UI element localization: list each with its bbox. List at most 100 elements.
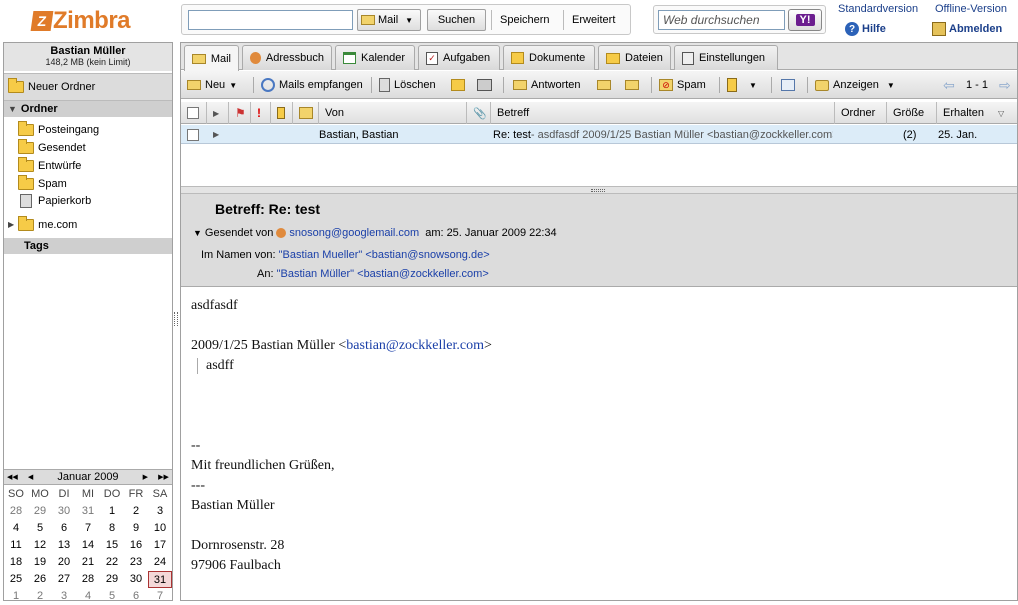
calendar-day[interactable]: 25: [4, 571, 28, 588]
tab-documents[interactable]: Dokumente: [503, 45, 595, 70]
tab-tasks[interactable]: ✓ Aufgaben: [418, 45, 500, 70]
spam-button[interactable]: ⊘ Spam: [659, 75, 706, 95]
search-scope-select[interactable]: Mail ▼: [357, 9, 421, 31]
calendar-day[interactable]: 29: [28, 503, 52, 520]
print-button[interactable]: [477, 75, 492, 95]
receive-mail-button[interactable]: Mails empfangen: [261, 75, 363, 95]
prev-year-icon[interactable]: ◀◀: [7, 473, 18, 481]
search-input[interactable]: [188, 10, 353, 30]
status-col[interactable]: [293, 102, 319, 124]
web-search-input[interactable]: Web durchsuchen: [658, 10, 785, 30]
move-button[interactable]: [451, 75, 465, 95]
view-button[interactable]: Anzeigen ▼: [815, 75, 895, 95]
new-folder-button[interactable]: Neuer Ordner: [4, 73, 172, 101]
calendar-day[interactable]: 20: [52, 554, 76, 571]
calendar-day[interactable]: 27: [52, 571, 76, 588]
yahoo-search-button[interactable]: Y!: [788, 9, 822, 31]
advanced-search-button[interactable]: Erweitert: [572, 14, 615, 26]
tag-button[interactable]: ▼: [727, 75, 757, 95]
col-size[interactable]: Größe: [887, 102, 937, 124]
tags-header[interactable]: Tags: [4, 238, 172, 254]
calendar-day[interactable]: 4: [76, 588, 100, 605]
folder-sent[interactable]: Gesendet: [18, 138, 86, 156]
calendar-day[interactable]: 31: [76, 503, 100, 520]
calendar-day[interactable]: 2: [28, 588, 52, 605]
expand-col[interactable]: ▶: [207, 102, 229, 124]
priority-col[interactable]: !: [251, 102, 271, 124]
calendar-day[interactable]: 8: [100, 520, 124, 537]
calendar-day[interactable]: 21: [76, 554, 100, 571]
calendar-day[interactable]: 30: [52, 503, 76, 520]
reply-all-button[interactable]: [597, 75, 611, 95]
detach-button[interactable]: [781, 75, 795, 95]
calendar-day[interactable]: 22: [100, 554, 124, 571]
calendar-day[interactable]: 5: [100, 588, 124, 605]
flag-col[interactable]: ⚑: [229, 102, 251, 124]
sidebar-sash[interactable]: [174, 312, 178, 326]
calendar-day[interactable]: 5: [28, 520, 52, 537]
pane-splitter[interactable]: [181, 186, 1017, 194]
calendar-day[interactable]: 15: [100, 537, 124, 554]
calendar-today[interactable]: 31: [148, 571, 172, 588]
calendar-day[interactable]: 3: [148, 503, 172, 520]
calendar-day[interactable]: 1: [100, 503, 124, 520]
calendar-day[interactable]: 30: [124, 571, 148, 588]
prev-page-button[interactable]: ⇦: [943, 75, 955, 95]
next-month-icon[interactable]: ▶: [143, 473, 148, 481]
select-all-checkbox-col[interactable]: [181, 102, 207, 124]
forward-button[interactable]: [625, 75, 639, 95]
calendar-day[interactable]: 10: [148, 520, 172, 537]
tag-col[interactable]: [271, 102, 293, 124]
calendar-day[interactable]: 6: [52, 520, 76, 537]
col-from[interactable]: Von: [319, 102, 467, 124]
calendar-day[interactable]: 3: [52, 588, 76, 605]
new-button[interactable]: Neu ▼: [187, 75, 237, 95]
col-folder[interactable]: Ordner: [835, 102, 887, 124]
calendar-day[interactable]: 29: [100, 571, 124, 588]
calendar-day[interactable]: 2: [124, 503, 148, 520]
expand-conversation-icon[interactable]: ▶: [213, 125, 225, 144]
save-search-button[interactable]: Speichern: [500, 14, 550, 26]
calendar-day[interactable]: 17: [148, 537, 172, 554]
select-all-checkbox[interactable]: [187, 107, 199, 119]
folder-drafts[interactable]: Entwürfe: [18, 156, 81, 174]
quote-email-link[interactable]: bastian@zockkeller.com: [346, 338, 484, 353]
calendar-day[interactable]: 24: [148, 554, 172, 571]
on-behalf-address[interactable]: "Bastian Mueller" <bastian@snowsong.de>: [279, 249, 490, 261]
col-subject[interactable]: Betreff: [491, 102, 835, 124]
calendar-day[interactable]: 11: [4, 537, 28, 554]
calendar-day[interactable]: 23: [124, 554, 148, 571]
calendar-day[interactable]: 18: [4, 554, 28, 571]
tab-mail[interactable]: Mail: [184, 45, 239, 71]
tab-calendar[interactable]: Kalender: [335, 45, 415, 70]
standard-version-link[interactable]: Standardversion: [838, 3, 918, 15]
sent-by-address[interactable]: snosong@googlemail.com: [289, 227, 419, 239]
reply-button[interactable]: Antworten: [513, 75, 581, 95]
tab-addressbook[interactable]: Adressbuch: [242, 45, 332, 70]
help-link[interactable]: ? Hilfe: [845, 22, 886, 36]
row-checkbox[interactable]: [187, 128, 199, 141]
calendar-day[interactable]: 26: [28, 571, 52, 588]
to-address[interactable]: "Bastian Müller" <bastian@zockkeller.com…: [277, 268, 489, 280]
calendar-day[interactable]: 4: [4, 520, 28, 537]
calendar-day[interactable]: 28: [4, 503, 28, 520]
collapse-details-icon[interactable]: ▼: [193, 228, 202, 238]
prev-month-icon[interactable]: ◀: [28, 473, 33, 481]
next-year-icon[interactable]: ▶▶: [158, 473, 169, 481]
calendar-day[interactable]: 12: [28, 537, 52, 554]
folder-inbox[interactable]: Posteingang: [18, 120, 99, 138]
calendar-day[interactable]: 16: [124, 537, 148, 554]
logout-link[interactable]: Abmelden: [932, 22, 1002, 36]
next-page-button[interactable]: ⇨: [999, 75, 1011, 95]
calendar-day[interactable]: 13: [52, 537, 76, 554]
tab-settings[interactable]: Einstellungen: [674, 45, 778, 70]
zimbra-logo[interactable]: Z Zimbra: [30, 6, 131, 36]
calendar-day[interactable]: 7: [76, 520, 100, 537]
expand-icon[interactable]: ▶: [8, 220, 14, 229]
table-row[interactable]: ▶ Bastian, Bastian Re: test - asdfasdf 2…: [181, 125, 1017, 144]
calendar-day[interactable]: 9: [124, 520, 148, 537]
search-button[interactable]: Suchen: [427, 9, 486, 31]
offline-version-link[interactable]: Offline-Version: [935, 3, 1007, 15]
calendar-day[interactable]: 28: [76, 571, 100, 588]
calendar-day[interactable]: 6: [124, 588, 148, 605]
